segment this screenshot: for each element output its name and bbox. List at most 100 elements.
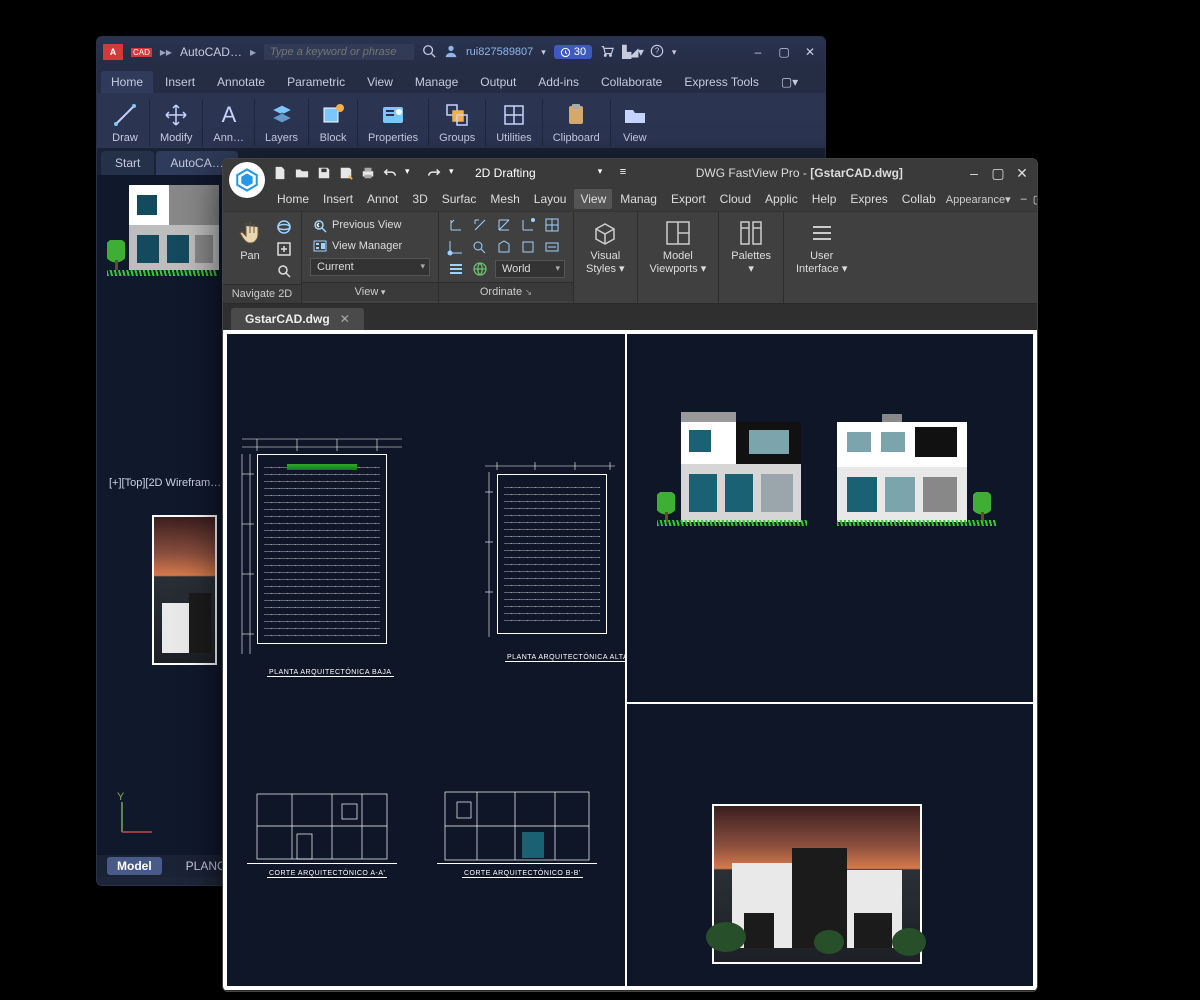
user-name[interactable]: rui827589807 [466, 46, 533, 58]
ucs-3pt-icon[interactable] [519, 216, 537, 234]
chevron-down-icon[interactable]: ▾ [598, 166, 612, 180]
ucs-origin-icon[interactable] [447, 238, 465, 256]
zoom-dropdown-icon[interactable] [275, 262, 293, 280]
search-icon[interactable] [422, 44, 436, 61]
chevron-right-icon[interactable]: ▸ [250, 45, 256, 59]
qat-customize-icon[interactable]: ≡ [620, 166, 634, 180]
ribbon-group-groups[interactable]: Groups [429, 99, 486, 146]
close-button[interactable]: ✕ [801, 45, 819, 59]
ribbon-group-annotation[interactable]: A Ann… [203, 99, 255, 146]
new-file-icon[interactable] [273, 166, 287, 180]
tab-collab[interactable]: Collab [896, 189, 942, 209]
saveas-icon[interactable] [339, 166, 353, 180]
tab-surface[interactable]: Surfac [436, 189, 483, 209]
fastview-logo[interactable] [229, 162, 265, 198]
mdi-restore-button[interactable]: ▢ [1033, 193, 1038, 206]
file-tab-start[interactable]: Start [101, 151, 154, 175]
ribbon-group-view[interactable]: View [611, 99, 659, 146]
maximize-button[interactable]: ▢ [775, 45, 793, 59]
tab-manage[interactable]: Manag [614, 189, 663, 209]
tab-express[interactable]: Expres [844, 189, 893, 209]
model-viewports-button[interactable]: ModelViewports ▾ [646, 216, 711, 277]
ucs-view-icon[interactable] [495, 238, 513, 256]
workspace-selector[interactable]: 2D Drafting [471, 166, 540, 180]
viewport-elevations[interactable] [626, 333, 1034, 703]
help-icon[interactable]: ? [650, 44, 664, 61]
print-icon[interactable] [361, 166, 375, 180]
ucs-list-icon[interactable] [447, 260, 465, 278]
pan-button[interactable]: Pan [231, 216, 269, 265]
user-icon[interactable] [444, 44, 458, 61]
maximize-button[interactable]: ▢ [989, 165, 1007, 182]
file-tab-gstarcad[interactable]: GstarCAD.dwg ✕ [231, 308, 364, 330]
tab-insert[interactable]: Insert [317, 189, 359, 209]
ucs-line-icon[interactable] [471, 216, 489, 234]
tab-collaborate[interactable]: Collaborate [591, 71, 672, 93]
search-input[interactable] [264, 44, 414, 60]
tab-3d[interactable]: 3D [406, 189, 433, 209]
trial-days-chip[interactable]: 30 [554, 45, 592, 59]
tab-output[interactable]: Output [470, 71, 526, 93]
ribbon-group-utilities[interactable]: Utilities [486, 99, 542, 146]
viewport-render[interactable] [626, 703, 1034, 987]
open-file-icon[interactable] [295, 166, 309, 180]
ribbon-group-clipboard[interactable]: Clipboard [543, 99, 611, 146]
tab-help[interactable]: Help [806, 189, 843, 209]
close-tab-icon[interactable]: ✕ [340, 312, 350, 326]
panel-title-ordinate[interactable]: Ordinate [439, 282, 573, 301]
close-button[interactable]: ✕ [1013, 165, 1031, 182]
apps-icon[interactable]: ▙◢ ▾ [622, 45, 642, 59]
palettes-button[interactable]: Palettes▾ [727, 216, 775, 277]
tab-layout[interactable]: Layou [528, 189, 573, 209]
ucs-z-icon[interactable] [495, 216, 513, 234]
ucs-object-icon[interactable] [519, 238, 537, 256]
tab-home[interactable]: Home [101, 71, 153, 93]
tab-addins[interactable]: Add-ins [528, 71, 589, 93]
tab-overflow[interactable]: ▢▾ [771, 71, 808, 93]
ucs-world-selector[interactable]: World [495, 260, 565, 278]
tab-insert[interactable]: Insert [155, 71, 205, 93]
ribbon-group-layers[interactable]: Layers [255, 99, 309, 146]
ribbon-group-modify[interactable]: Modify [150, 99, 203, 146]
tab-view[interactable]: View [574, 189, 612, 209]
chevron-down-icon[interactable]: ▾ [405, 166, 419, 180]
visual-styles-button[interactable]: VisualStyles ▾ [582, 216, 629, 277]
minimize-button[interactable]: – [749, 45, 767, 59]
tab-cloud[interactable]: Cloud [714, 189, 757, 209]
panel-title-view[interactable]: View [302, 282, 438, 301]
viewport-plans[interactable]: PLANTA ARQUITECTÓNICA BAJA PLANTA ARQUIT… [226, 333, 626, 987]
cart-icon[interactable] [600, 44, 614, 61]
tab-view[interactable]: View [357, 71, 403, 93]
globe-icon[interactable] [471, 260, 489, 278]
tab-manage[interactable]: Manage [405, 71, 468, 93]
panel-title-navigate[interactable]: Navigate 2D [223, 284, 301, 303]
fastview-canvas[interactable]: PLANTA ARQUITECTÓNICA BAJA PLANTA ARQUIT… [223, 330, 1037, 990]
view-manager-button[interactable]: View Manager [310, 237, 430, 255]
ucs-rotate-icon[interactable] [471, 238, 489, 256]
tab-applic[interactable]: Applic [759, 189, 804, 209]
previous-view-button[interactable]: Previous View [310, 216, 430, 234]
tab-home[interactable]: Home [271, 189, 315, 209]
view-selector[interactable]: Current [310, 258, 430, 276]
status-tab-model[interactable]: Model [107, 857, 162, 875]
ribbon-group-properties[interactable]: Properties [358, 99, 429, 146]
tab-annot[interactable]: Annot [361, 189, 404, 209]
ucs-icon[interactable] [447, 216, 465, 234]
tab-mesh[interactable]: Mesh [484, 189, 525, 209]
ucs-face-icon[interactable] [543, 216, 561, 234]
ucs-named-icon[interactable] [543, 238, 561, 256]
save-icon[interactable] [317, 166, 331, 180]
redo-icon[interactable] [427, 166, 441, 180]
tab-express-tools[interactable]: Express Tools [674, 71, 768, 93]
zoom-extents-icon[interactable] [275, 240, 293, 258]
undo-icon[interactable] [383, 166, 397, 180]
tab-annotate[interactable]: Annotate [207, 71, 275, 93]
viewport-label[interactable]: [+][Top][2D Wirefram… [105, 475, 225, 491]
mdi-minimize-button[interactable]: – [1021, 193, 1027, 206]
tab-export[interactable]: Export [665, 189, 712, 209]
ribbon-group-block[interactable]: Block [309, 99, 358, 146]
minimize-button[interactable]: – [965, 165, 983, 181]
orbit-icon[interactable] [275, 218, 293, 236]
chevron-down-icon[interactable]: ▾ [672, 47, 677, 58]
chevron-down-icon[interactable]: ▾ [449, 166, 463, 180]
